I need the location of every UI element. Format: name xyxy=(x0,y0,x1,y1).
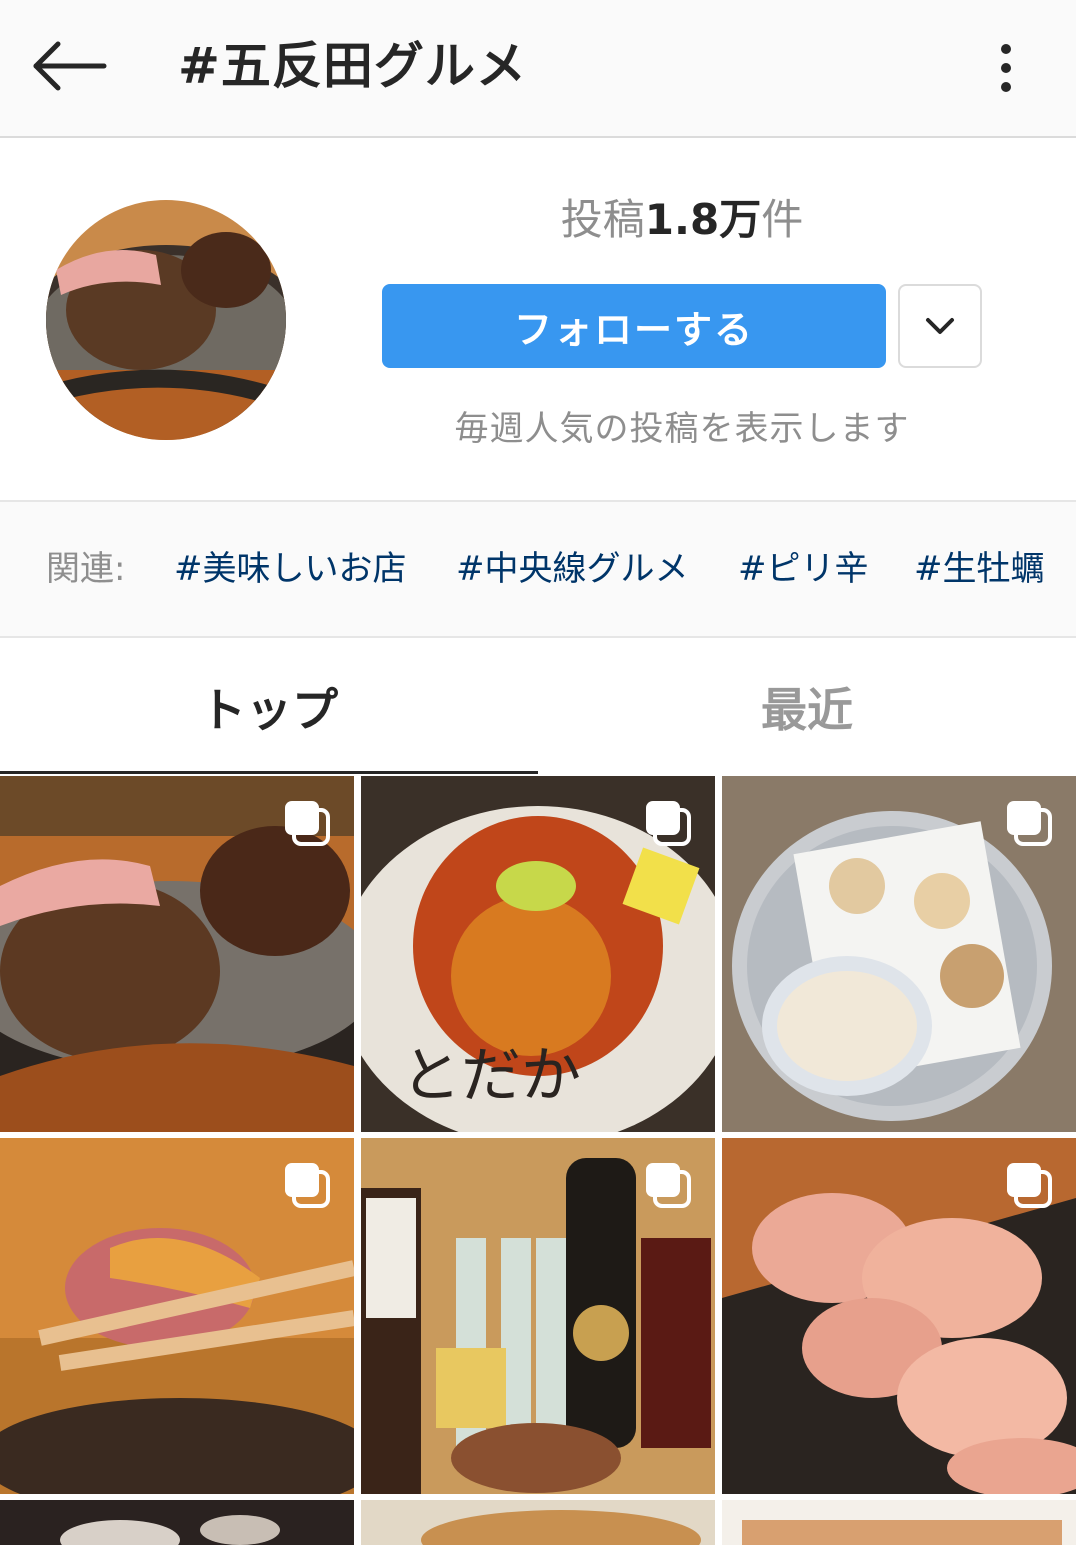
post-count-suffix: 件 xyxy=(761,195,804,244)
tab-recent[interactable]: 最近 xyxy=(538,640,1076,774)
arrow-left-icon xyxy=(33,41,107,91)
weekly-note: 毎週人気の投稿を表示します xyxy=(454,409,910,449)
multiple-photos-icon xyxy=(646,801,691,846)
related-tag[interactable]: #生牡蠣 xyxy=(914,542,1045,596)
post-count-prefix: 投稿 xyxy=(560,195,645,244)
grid-post[interactable]: とだか xyxy=(361,776,715,1132)
multiple-photos-icon xyxy=(646,1163,691,1208)
follow-button[interactable]: フォローする xyxy=(382,284,886,368)
grid-post[interactable] xyxy=(361,1138,715,1494)
post-count: 投稿1.8万件 xyxy=(382,190,982,250)
page-title: #五反田グルメ xyxy=(178,37,527,95)
grid-post[interactable] xyxy=(722,1500,1076,1545)
related-tag[interactable]: #美味しいお店 xyxy=(174,542,407,596)
tab-top[interactable]: トップ xyxy=(0,640,538,774)
svg-text:とだか: とだか xyxy=(401,1041,581,1111)
related-hashtags-bar: 関連: #美味しいお店 #中央線グルメ #ピリ辛 #生牡蠣 xyxy=(0,500,1076,638)
multiple-photos-icon xyxy=(285,1163,330,1208)
multiple-photos-icon xyxy=(285,801,330,846)
grid-post[interactable] xyxy=(722,1138,1076,1494)
options-dropdown-button[interactable] xyxy=(898,284,982,368)
top-bar: #五反田グルメ xyxy=(0,0,1076,138)
grid-post[interactable] xyxy=(361,1500,715,1545)
multiple-photos-icon xyxy=(1007,801,1052,846)
chevron-down-icon xyxy=(926,318,954,334)
more-options-button[interactable] xyxy=(986,36,1026,100)
grid-post[interactable] xyxy=(0,776,354,1132)
grid-post[interactable] xyxy=(0,1138,354,1494)
post-count-value: 1.8万 xyxy=(644,195,762,244)
back-button[interactable] xyxy=(28,30,112,102)
active-tab-indicator xyxy=(0,771,538,774)
multiple-photos-icon xyxy=(1007,1163,1052,1208)
grid-post[interactable] xyxy=(0,1500,354,1545)
related-tag[interactable]: #ピリ辛 xyxy=(738,542,869,596)
hashtag-avatar xyxy=(46,200,286,440)
grid-post[interactable] xyxy=(722,776,1076,1132)
related-label: 関連: xyxy=(46,549,126,589)
related-tag[interactable]: #中央線グルメ xyxy=(456,542,689,596)
